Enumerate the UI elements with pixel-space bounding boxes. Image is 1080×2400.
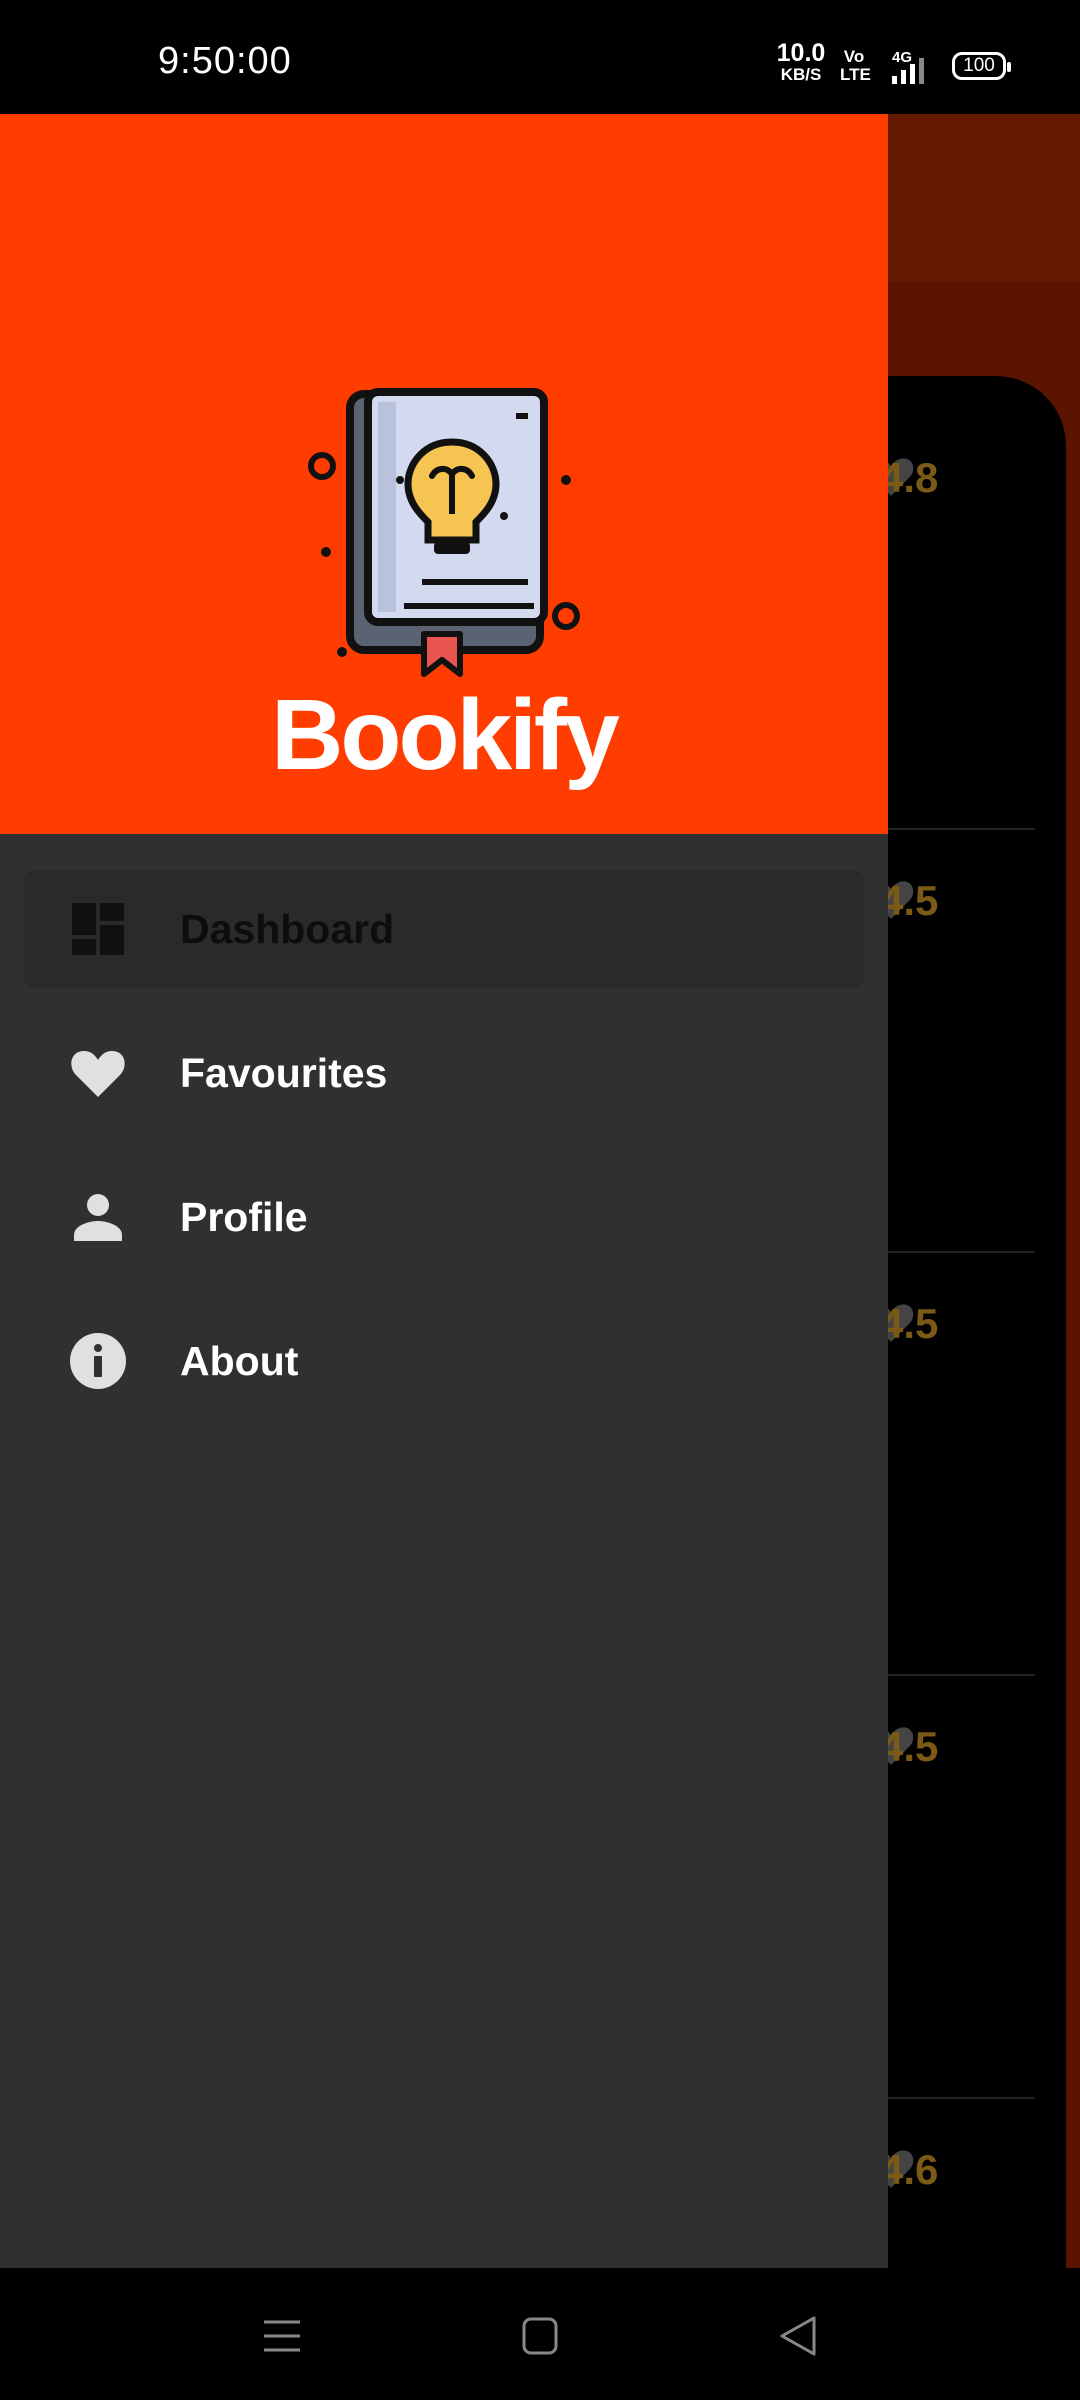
drawer-item-dashboard[interactable]: Dashboard xyxy=(24,870,864,988)
drawer-item-favourites[interactable]: Favourites xyxy=(24,1014,864,1132)
drawer-item-profile[interactable]: Profile xyxy=(24,1158,864,1276)
book-lightbulb-icon xyxy=(308,388,580,677)
info-icon xyxy=(70,1333,126,1389)
drawer-header: Bookify xyxy=(0,114,888,834)
drawer-item-label: Favourites xyxy=(180,1050,388,1096)
signal-icon: 4G xyxy=(880,48,940,88)
book-rating: 4.5 xyxy=(880,877,939,924)
status-time: 9:50:00 xyxy=(158,40,292,82)
navigation-drawer: Bookify Dashboard Favourites Profile Abo… xyxy=(0,114,888,2268)
drawer-item-label: Dashboard xyxy=(180,906,395,952)
network-speed-unit: KB/S xyxy=(780,65,822,84)
network-speed-value: 10.0 xyxy=(776,39,826,67)
book-rating: 4.5 xyxy=(880,1300,939,1347)
back-icon[interactable] xyxy=(768,2308,828,2364)
drawer-item-label: Profile xyxy=(180,1194,308,1240)
volte-top: Vo xyxy=(843,47,865,66)
network-type-label: 4G xyxy=(892,49,912,66)
person-icon xyxy=(74,1194,122,1241)
home-icon[interactable] xyxy=(510,2308,570,2364)
system-nav-bar xyxy=(0,2268,1080,2400)
book-rating: 4.8 xyxy=(880,454,939,501)
dashboard-icon xyxy=(72,903,124,955)
volte-indicator: Vo LTE xyxy=(840,47,871,84)
drawer-item-label: About xyxy=(180,1338,299,1384)
volte-bottom: LTE xyxy=(840,65,871,84)
heart-icon xyxy=(71,1051,125,1097)
menu-icon[interactable] xyxy=(252,2308,312,2364)
network-speed: 10.0 KB/S xyxy=(776,39,826,86)
status-bar: 9:50:00 10.0 KB/S Vo LTE 4G 100 xyxy=(0,0,1080,114)
book-rating: 4.6 xyxy=(880,2146,939,2193)
drawer-item-about[interactable]: About xyxy=(24,1302,864,1420)
book-rating: 4.5 xyxy=(880,1723,939,1770)
battery-icon: 100 xyxy=(952,52,1011,80)
app-name: Bookify xyxy=(271,679,620,791)
